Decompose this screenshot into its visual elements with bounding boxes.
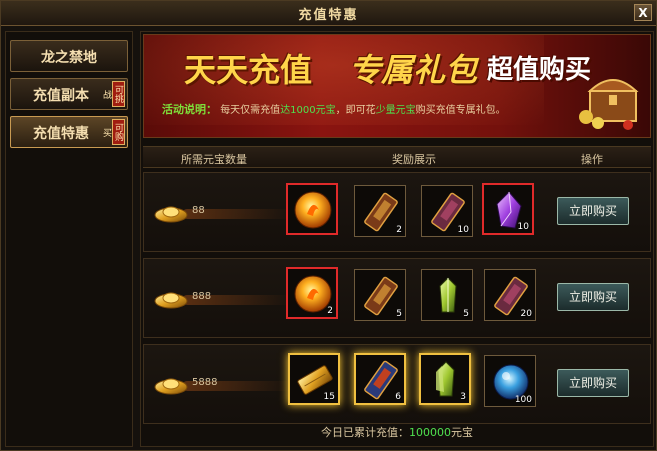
main-panel: 天天充值 专属礼包 超值购买 活动说明： 每天仅需充值达1000元宝，即可花少量… (140, 31, 654, 447)
buy-now-button[interactable]: 立即购买 (557, 369, 629, 397)
sidebar-item-label: 充值特惠 (33, 126, 89, 142)
item-quantity: 100 (514, 395, 532, 405)
reward-slot[interactable]: 15 (288, 353, 340, 405)
reward-slot[interactable]: 6 (354, 353, 406, 405)
daily-recharge-total: 今日已累计充值：100000元宝 (143, 424, 651, 444)
sidebar-item-recharge-dungeon[interactable]: 充值副本 可挑战 (10, 78, 128, 110)
table-row: 88 2 10 10 立即购买 (143, 172, 651, 252)
item-quantity: 3 (460, 392, 466, 402)
item-quantity: 15 (323, 392, 335, 402)
desc-text-3: 购买充值专属礼包。 (415, 105, 506, 116)
item-quantity: 6 (395, 392, 401, 402)
challenge-available-tag: 可挑战 (101, 81, 125, 107)
item-quantity: 2 (327, 306, 333, 316)
yuanbao-ingot-icon (154, 206, 188, 223)
desc-text-1: 每天仅需充值 (220, 105, 281, 116)
reward-slot[interactable] (286, 183, 338, 235)
purchase-available-tag: 可购买 (101, 119, 125, 145)
item-quantity: 20 (520, 309, 532, 319)
banner-title-daily-recharge: 天天充值 (184, 51, 313, 89)
cost-value: 888 (192, 291, 212, 302)
recharge-window: 充值特惠 X 龙之禁地 充值副本 可挑战 充值特惠 可购买 天天充值 专属礼包 … (0, 0, 657, 451)
yuanbao-ingot-icon (154, 292, 188, 309)
item-quantity: 5 (396, 309, 402, 319)
cost-cell: 888 (154, 287, 292, 311)
item-quantity: 2 (396, 225, 402, 235)
item-quantity: 10 (517, 222, 529, 232)
reward-slot[interactable]: 10 (421, 185, 473, 237)
recharge-total-label: 今日已累计充值： (321, 426, 409, 439)
reward-slot[interactable]: 10 (482, 183, 534, 235)
cost-cell: 88 (154, 201, 292, 225)
activity-description-label: 活动说明： (162, 103, 217, 116)
banner-title-exclusive-pack: 专属礼包 (349, 51, 478, 89)
cost-cell: 5888 (154, 373, 292, 397)
reward-slot[interactable]: 2 (354, 185, 406, 237)
recharge-total-unit: 元宝 (451, 426, 473, 439)
reward-slot[interactable]: 2 (286, 267, 338, 319)
window-title: 充值特惠 (298, 8, 359, 23)
cost-value: 5888 (192, 377, 218, 388)
desc-highlight-1: 达1000元宝 (280, 105, 336, 116)
reward-slot[interactable]: 100 (484, 355, 536, 407)
reward-slot[interactable]: 5 (421, 269, 473, 321)
reward-slot[interactable]: 5 (354, 269, 406, 321)
promo-banner: 天天充值 专属礼包 超值购买 活动说明： 每天仅需充值达1000元宝，即可花少量… (143, 34, 651, 138)
header-cost: 所需元宝数量 (181, 153, 247, 166)
fire-orb-icon (294, 191, 332, 229)
item-quantity: 5 (463, 309, 469, 319)
desc-text-2: ，即可花 (335, 105, 376, 116)
sidebar-item-dragon-forbidden-land[interactable]: 龙之禁地 (10, 40, 128, 72)
reward-slot[interactable]: 20 (484, 269, 536, 321)
title-bar[interactable]: 充值特惠 X (1, 1, 656, 26)
recharge-total-amount: 100000 (409, 426, 451, 439)
treasure-chest-icon (579, 79, 639, 130)
cost-value: 88 (192, 205, 205, 216)
buy-now-button[interactable]: 立即购买 (557, 283, 629, 311)
reward-slot[interactable]: 3 (419, 353, 471, 405)
desc-highlight-2: 少量元宝 (375, 105, 416, 116)
table-row: 5888 15 6 3 100 立即购买 (143, 344, 651, 424)
close-button[interactable]: X (634, 4, 652, 21)
activity-description: 活动说明： 每天仅需充值达1000元宝，即可花少量元宝购买充值专属礼包。 (162, 101, 506, 117)
sidebar-item-label: 充值副本 (33, 88, 89, 104)
buy-now-button[interactable]: 立即购买 (557, 197, 629, 225)
header-action: 操作 (581, 153, 603, 166)
table-header: 所需元宝数量 奖励展示 操作 (143, 146, 651, 168)
sidebar-item-recharge-deals[interactable]: 充值特惠 可购买 (10, 116, 128, 148)
sidebar: 龙之禁地 充值副本 可挑战 充值特惠 可购买 (5, 31, 133, 447)
yuanbao-ingot-icon (154, 378, 188, 395)
item-quantity: 10 (457, 225, 469, 235)
table-row: 888 2 5 5 20 立即购买 (143, 258, 651, 338)
sidebar-item-label: 龙之禁地 (41, 50, 97, 66)
header-rewards: 奖励展示 (392, 153, 436, 166)
